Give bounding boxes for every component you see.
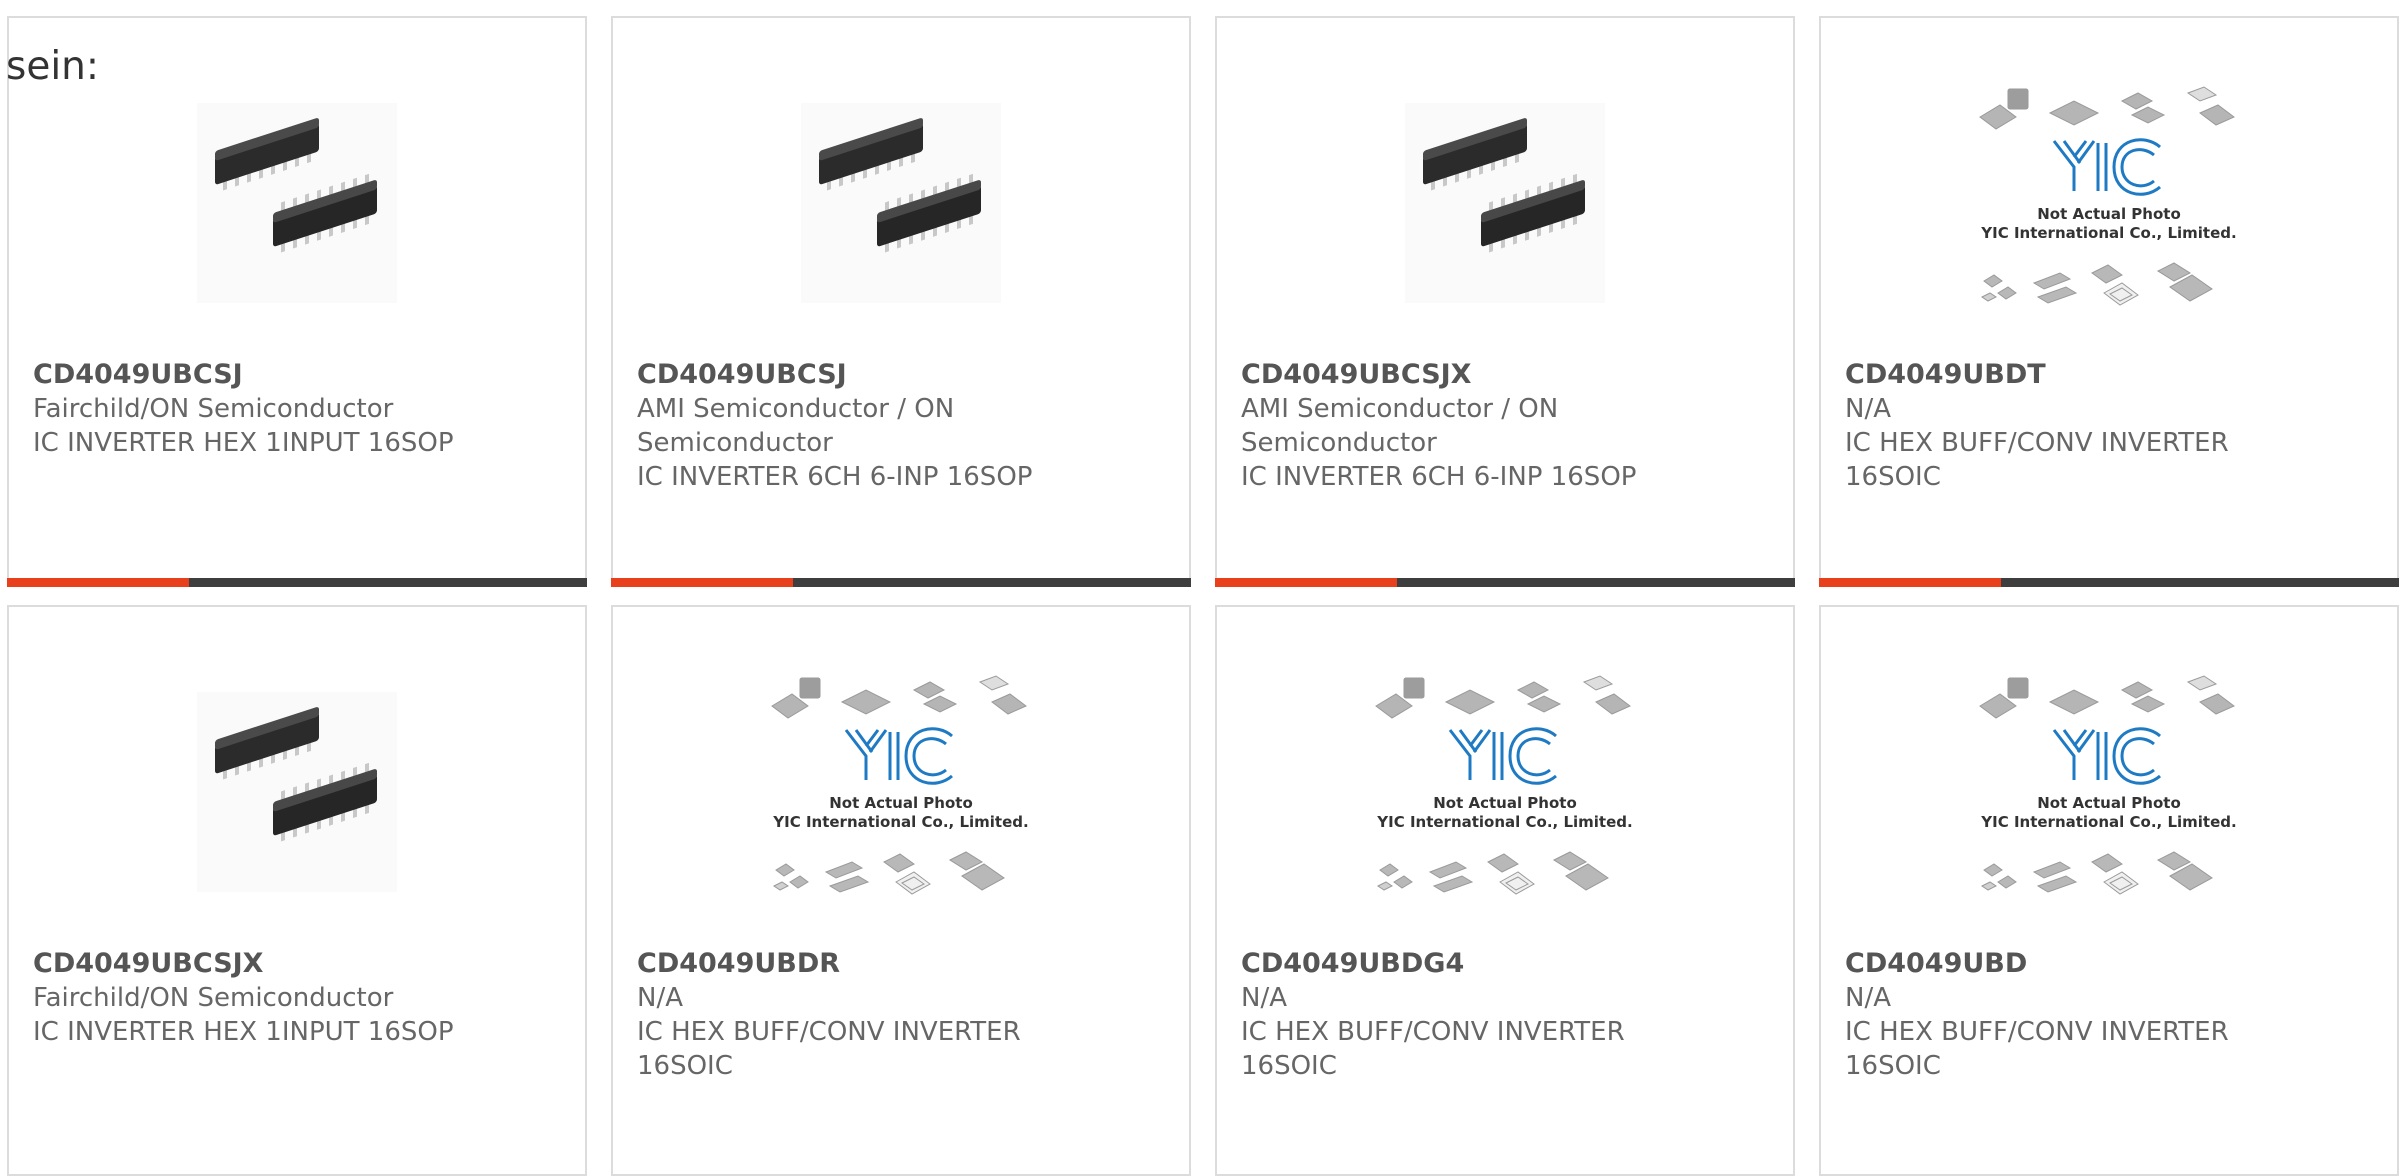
product-info: CD4049UBCSJ AMI Semiconductor / ON Semicon…: [637, 358, 1067, 494]
product-card[interactable]: CD4049UBCSJX Fairchild/ON Semiconductor IC…: [7, 605, 587, 1176]
product-image[interactable]: [9, 667, 585, 917]
part-number[interactable]: CD4049UBCSJ: [33, 358, 463, 392]
description: IC INVERTER HEX 1INPUT 16SOP: [33, 428, 454, 458]
manufacturer: N/A: [1845, 983, 1891, 1013]
description: IC HEX BUFF/CONV INVERTER: [637, 1017, 1021, 1047]
product-info: CD4049UBCSJ Fairchild/ON Semiconductor IC …: [33, 358, 463, 460]
part-number[interactable]: CD4049UBDT: [1845, 358, 2275, 392]
product-image[interactable]: [613, 78, 1189, 328]
manufacturer: N/A: [1241, 983, 1287, 1013]
svg-text:YIC International Co., Limited: YIC International Co., Limited.: [1980, 224, 2236, 242]
description-cont: 16SOIC: [1845, 462, 1941, 492]
svg-text:Not Actual Photo: Not Actual Photo: [2037, 794, 2181, 812]
product-image[interactable]: [1217, 78, 1793, 328]
manufacturer: Fairchild/ON Semiconductor: [33, 394, 394, 424]
svg-text:Not Actual Photo: Not Actual Photo: [2037, 205, 2181, 223]
placeholder-image[interactable]: Not Actual Photo YIC International Co., …: [613, 667, 1189, 917]
manufacturer: N/A: [1845, 394, 1891, 424]
manufacturer: Fairchild/ON Semiconductor: [33, 983, 394, 1013]
manufacturer: N/A: [637, 983, 683, 1013]
description: IC HEX BUFF/CONV INVERTER: [1845, 1017, 2229, 1047]
product-image[interactable]: [9, 78, 585, 328]
product-card[interactable]: Not Actual Photo YIC International Co., …: [1819, 605, 2399, 1176]
product-card[interactable]: Not Actual Photo YIC International Co., …: [1215, 605, 1795, 1176]
placeholder-image[interactable]: Not Actual Photo YIC International Co., …: [1821, 78, 2397, 328]
part-number[interactable]: CD4049UBD: [1845, 947, 2275, 981]
product-info: CD4049UBCSJX Fairchild/ON Semiconductor IC…: [33, 947, 463, 1049]
description: IC INVERTER 6CH 6-INP 16SOP: [637, 462, 1033, 492]
product-card[interactable]: CD4049UBCSJ Fairchild/ON Semiconductor IC …: [7, 16, 587, 587]
product-card[interactable]: Not Actual Photo YIC International Co., …: [1819, 16, 2399, 587]
description: IC INVERTER 6CH 6-INP 16SOP: [1241, 462, 1637, 492]
product-grid: CD4049UBCSJ Fairchild/ON Semiconductor IC …: [7, 16, 2399, 1176]
product-card[interactable]: CD4049UBCSJX AMI Semiconductor / ON Semico…: [1215, 16, 1795, 587]
description: IC HEX BUFF/CONV INVERTER: [1845, 428, 2229, 458]
product-info: CD4049UBCSJX AMI Semiconductor / ON Semico…: [1241, 358, 1671, 494]
card-accent-bar: [1215, 578, 1795, 587]
product-info: CD4049UBDR N/A IC HEX BUFF/CONV INVERTER 16…: [637, 947, 1067, 1083]
description: IC HEX BUFF/CONV INVERTER: [1241, 1017, 1625, 1047]
manufacturer-cont: Semiconductor: [637, 428, 833, 458]
product-info: CD4049UBD N/A IC HEX BUFF/CONV INVERTER 16S…: [1845, 947, 2275, 1083]
product-info: CD4049UBDT N/A IC HEX BUFF/CONV INVERTER 16…: [1845, 358, 2275, 494]
description: IC INVERTER HEX 1INPUT 16SOP: [33, 1017, 454, 1047]
svg-text:YIC International Co., Limited: YIC International Co., Limited.: [772, 813, 1028, 831]
placeholder-image[interactable]: Not Actual Photo YIC International Co., …: [1217, 667, 1793, 917]
manufacturer: AMI Semiconductor / ON: [637, 394, 955, 424]
prefix-text: sein:: [6, 44, 100, 89]
svg-text:Not Actual Photo: Not Actual Photo: [829, 794, 973, 812]
card-accent-bar: [611, 578, 1191, 587]
part-number[interactable]: CD4049UBCSJX: [33, 947, 463, 981]
accent-segment: [1819, 578, 2001, 587]
description-cont: 16SOIC: [637, 1051, 733, 1081]
product-info: CD4049UBDG4 N/A IC HEX BUFF/CONV INVERTER 1…: [1241, 947, 1671, 1083]
manufacturer: AMI Semiconductor / ON: [1241, 394, 1559, 424]
part-number[interactable]: CD4049UBDR: [637, 947, 1067, 981]
accent-segment: [7, 578, 189, 587]
accent-segment: [1215, 578, 1397, 587]
product-card[interactable]: CD4049UBCSJ AMI Semiconductor / ON Semicon…: [611, 16, 1191, 587]
svg-text:Not Actual Photo: Not Actual Photo: [1433, 794, 1577, 812]
accent-segment: [611, 578, 793, 587]
svg-text:YIC International Co., Limited: YIC International Co., Limited.: [1980, 813, 2236, 831]
description-cont: 16SOIC: [1241, 1051, 1337, 1081]
part-number[interactable]: CD4049UBDG4: [1241, 947, 1671, 981]
manufacturer-cont: Semiconductor: [1241, 428, 1437, 458]
placeholder-image[interactable]: Not Actual Photo YIC International Co., …: [1821, 667, 2397, 917]
product-card[interactable]: Not Actual Photo YIC International Co., …: [611, 605, 1191, 1176]
card-accent-bar: [7, 578, 587, 587]
part-number[interactable]: CD4049UBCSJ: [637, 358, 1067, 392]
part-number[interactable]: CD4049UBCSJX: [1241, 358, 1671, 392]
description-cont: 16SOIC: [1845, 1051, 1941, 1081]
svg-text:YIC International Co., Limited: YIC International Co., Limited.: [1376, 813, 1632, 831]
card-accent-bar: [1819, 578, 2399, 587]
